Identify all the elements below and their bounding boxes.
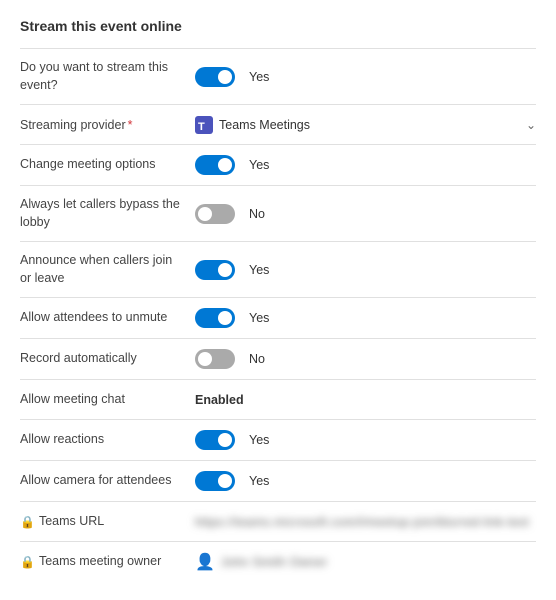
row-stream-event: Do you want to stream this event? Yes: [20, 48, 536, 104]
toggle-stream-event[interactable]: [195, 67, 235, 87]
toggle-label-bypass-lobby: No: [249, 207, 265, 221]
toggle-change-meeting-options[interactable]: [195, 155, 235, 175]
svg-text:T: T: [198, 121, 205, 133]
toggle-label-allow-unmute: Yes: [249, 311, 269, 325]
toggle-track-allow-unmute: [195, 308, 235, 328]
value-bypass-lobby: No: [195, 204, 536, 224]
lock-icon-owner: 🔒: [20, 554, 35, 571]
toggle-thumb-camera-attendees: [218, 474, 232, 488]
row-reactions: Allow reactions Yes: [20, 419, 536, 460]
value-camera-attendees: Yes: [195, 471, 536, 491]
row-announce-callers: Announce when callers join or leave Yes: [20, 241, 536, 297]
label-meeting-owner: 🔒 Teams meeting owner: [20, 553, 195, 571]
toggle-bypass-lobby[interactable]: [195, 204, 235, 224]
value-reactions: Yes: [195, 430, 536, 450]
label-camera-attendees: Allow camera for attendees: [20, 472, 195, 490]
meeting-chat-status: Enabled: [195, 393, 244, 407]
toggle-track-camera-attendees: [195, 471, 235, 491]
toggle-thumb-announce-callers: [218, 263, 232, 277]
required-star: *: [128, 118, 133, 132]
value-stream-event: Yes: [195, 67, 536, 87]
value-streaming-provider[interactable]: T Teams Meetings ⌄: [195, 116, 536, 134]
toggle-reactions[interactable]: [195, 430, 235, 450]
value-record-auto: No: [195, 349, 536, 369]
row-change-meeting-options: Change meeting options Yes: [20, 144, 536, 185]
toggle-thumb-stream-event: [218, 70, 232, 84]
value-allow-unmute: Yes: [195, 308, 536, 328]
row-streaming-provider: Streaming provider * T Teams Meetings ⌄: [20, 104, 536, 144]
toggle-label-record-auto: No: [249, 352, 265, 366]
value-meeting-chat: Enabled: [195, 393, 536, 407]
toggle-track-stream-event: [195, 67, 235, 87]
toggle-thumb-allow-unmute: [218, 311, 232, 325]
provider-name: T Teams Meetings: [195, 116, 310, 134]
row-allow-unmute: Allow attendees to unmute Yes: [20, 297, 536, 338]
toggle-thumb-meeting-options: [218, 158, 232, 172]
toggle-thumb-bypass-lobby: [198, 207, 212, 221]
toggle-camera-attendees[interactable]: [195, 471, 235, 491]
label-meeting-chat: Allow meeting chat: [20, 391, 195, 409]
row-record-auto: Record automatically No: [20, 338, 536, 379]
value-meeting-owner: 👤 John Smith Owner: [195, 552, 536, 572]
label-change-meeting-options: Change meeting options: [20, 156, 195, 174]
label-record-auto: Record automatically: [20, 350, 195, 368]
section-title: Stream this event online: [20, 18, 536, 34]
stream-event-container: Stream this event online Do you want to …: [0, 0, 556, 600]
row-bypass-lobby: Always let callers bypass the lobby No: [20, 185, 536, 241]
teams-icon: T: [195, 116, 213, 134]
chevron-down-icon[interactable]: ⌄: [526, 118, 536, 132]
label-streaming-provider: Streaming provider *: [20, 118, 195, 132]
label-allow-unmute: Allow attendees to unmute: [20, 309, 195, 327]
toggle-thumb-reactions: [218, 433, 232, 447]
value-teams-url: https://teams.microsoft.com/l/meetup-joi…: [195, 515, 536, 529]
row-camera-attendees: Allow camera for attendees Yes: [20, 460, 536, 501]
person-icon: 👤: [195, 552, 215, 572]
row-meeting-owner: 🔒 Teams meeting owner 👤 John Smith Owner: [20, 541, 536, 582]
toggle-label-announce-callers: Yes: [249, 263, 269, 277]
toggle-track-bypass-lobby: [195, 204, 235, 224]
toggle-track-announce-callers: [195, 260, 235, 280]
toggle-label-meeting-options: Yes: [249, 158, 269, 172]
toggle-track-meeting-options: [195, 155, 235, 175]
toggle-label-camera-attendees: Yes: [249, 474, 269, 488]
owner-name: John Smith Owner: [221, 555, 328, 569]
label-announce-callers: Announce when callers join or leave: [20, 252, 195, 287]
toggle-label-reactions: Yes: [249, 433, 269, 447]
toggle-allow-unmute[interactable]: [195, 308, 235, 328]
label-reactions: Allow reactions: [20, 431, 195, 449]
provider-name-text: Teams Meetings: [219, 118, 310, 132]
toggle-track-reactions: [195, 430, 235, 450]
label-stream-event: Do you want to stream this event?: [20, 59, 195, 94]
toggle-record-auto[interactable]: [195, 349, 235, 369]
toggle-thumb-record-auto: [198, 352, 212, 366]
row-teams-url: 🔒 Teams URL https://teams.microsoft.com/…: [20, 501, 536, 541]
toggle-track-record-auto: [195, 349, 235, 369]
toggle-announce-callers[interactable]: [195, 260, 235, 280]
row-meeting-chat: Allow meeting chat Enabled: [20, 379, 536, 419]
teams-url-value: https://teams.microsoft.com/l/meetup-joi…: [195, 515, 529, 529]
lock-icon-url: 🔒: [20, 514, 35, 531]
toggle-label-stream-event: Yes: [249, 70, 269, 84]
value-change-meeting-options: Yes: [195, 155, 536, 175]
label-bypass-lobby: Always let callers bypass the lobby: [20, 196, 195, 231]
label-teams-url: 🔒 Teams URL: [20, 513, 195, 531]
value-announce-callers: Yes: [195, 260, 536, 280]
